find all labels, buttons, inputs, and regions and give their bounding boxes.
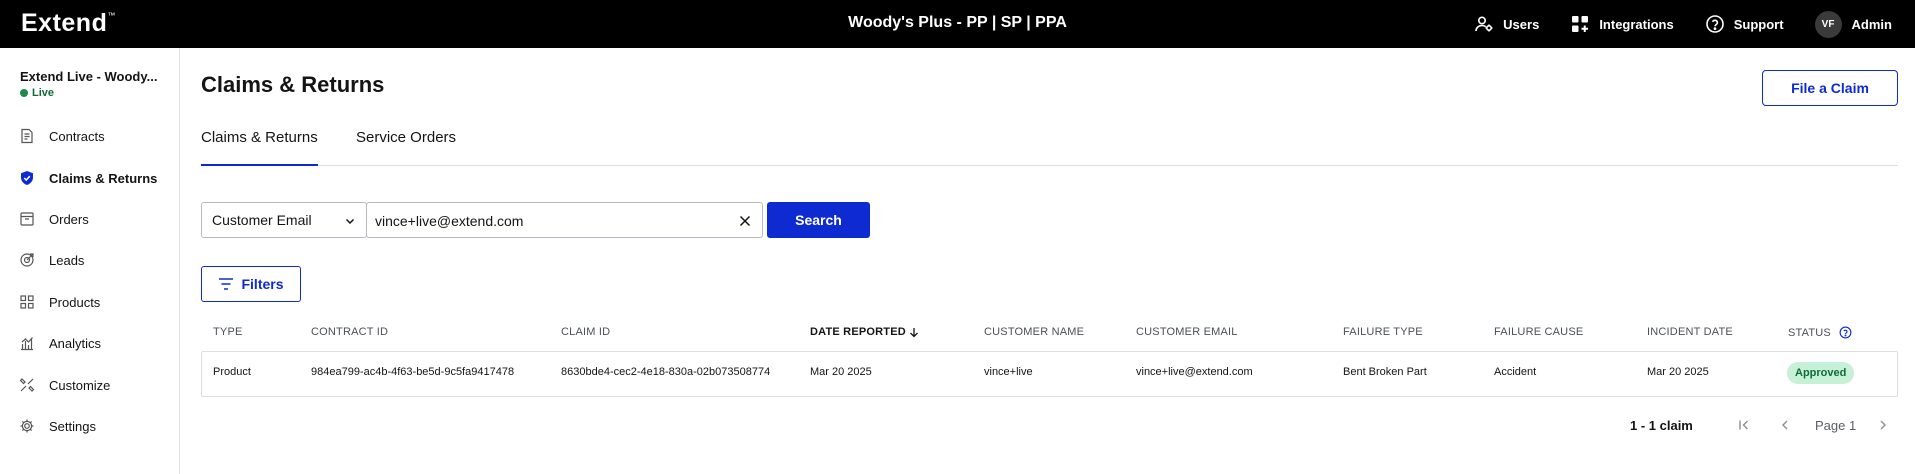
support-label: Support [1733,16,1784,32]
user-role: Admin [1851,16,1892,32]
sidebar-item-analytics[interactable]: Analytics [19,335,101,351]
customize-icon [19,378,35,392]
sidebar-item-label: Analytics [49,335,102,351]
sidebar-item-customize[interactable]: Customize [19,377,110,393]
avatar: VF [1814,10,1842,38]
status-badge: Approved [1787,362,1855,384]
search-button[interactable]: Search [767,202,870,238]
chevron-down-icon [345,218,355,225]
cell-customer-email: vince+live@extend.com [1136,366,1253,378]
users-link[interactable]: Users [1474,14,1539,34]
orders-icon [20,212,34,226]
column-header-incident-date[interactable]: INCIDENT DATE [1647,326,1733,338]
cell-type: Product [213,366,251,378]
help-circle-icon [1705,15,1724,33]
integrations-icon [1572,16,1589,32]
column-header-customer-email[interactable]: CUSTOMER EMAIL [1136,326,1238,338]
next-page-icon[interactable] [1875,417,1891,433]
search-input-wrapper [366,202,763,238]
users-label: Users [1503,16,1540,32]
sidebar: Extend Live - Woody... Live Contracts Cl… [0,48,180,474]
cell-contract-id[interactable]: 984ea799-ac4b-4f63-be5d-9c5fa9417478 [311,366,514,378]
previous-page-icon[interactable] [1777,417,1793,433]
cell-incident-date: Mar 20 2025 [1647,366,1709,378]
column-header-date-reported[interactable]: DATE REPORTED [810,326,919,338]
cell-date-reported: Mar 20 2025 [810,366,872,378]
analytics-icon [21,337,33,351]
tab-service-orders[interactable]: Service Orders [356,128,456,165]
sidebar-item-label: Settings [49,418,96,434]
top-bar: Extend™ Woody's Plus - PP | SP | PPA Use… [0,0,1915,48]
cell-customer-name: vince+live [984,366,1033,378]
column-header-contract-id[interactable]: CONTRACT ID [311,326,388,338]
sidebar-item-leads[interactable]: Leads [19,252,84,268]
column-header-status[interactable]: STATUS [1788,326,1852,339]
tab-claims-returns[interactable]: Claims & Returns [201,128,318,166]
first-page-icon[interactable] [1736,417,1752,433]
live-status-dot [20,89,28,97]
page-title: Claims & Returns [201,72,385,97]
sidebar-item-label: Products [49,294,101,310]
result-count: 1 - 1 claim [1630,418,1693,433]
integrations-link[interactable]: Integrations [1570,14,1674,34]
column-header-customer-name[interactable]: CUSTOMER NAME [984,326,1084,338]
sidebar-item-orders[interactable]: Orders [19,211,89,227]
cell-failure-cause: Accident [1494,366,1537,378]
help-circle-icon[interactable] [1839,326,1852,339]
top-nav: Users Integrations Support VF Admin [1474,0,1915,48]
page-indicator: Page 1 [1815,418,1857,433]
filter-icon [219,278,234,290]
column-header-type[interactable]: TYPE [213,326,243,338]
sidebar-item-settings[interactable]: Settings [19,418,96,434]
search-input[interactable] [375,211,725,231]
org-switcher[interactable]: Extend Live - Woody... [20,69,157,84]
sidebar-item-products[interactable]: Products [19,294,100,310]
search-type-value: Customer Email [212,212,312,228]
sort-descending-icon [909,327,918,337]
environment-label: Live [32,87,55,99]
sidebar-item-label: Orders [49,211,89,227]
filters-label: Filters [241,276,284,292]
clear-icon[interactable] [738,214,752,228]
sidebar-item-label: Leads [49,252,85,268]
sidebar-item-claims-returns[interactable]: Claims & Returns [19,170,157,186]
column-header-failure-type[interactable]: FAILURE TYPE [1343,326,1423,338]
sidebar-item-label: Claims & Returns [49,170,158,186]
environment-indicator: Live [20,87,54,99]
search-type-select[interactable]: Customer Email [201,202,367,238]
gear-icon [20,419,34,433]
leads-icon [20,253,34,267]
column-header-failure-cause[interactable]: FAILURE CAUSE [1494,326,1583,338]
sidebar-item-label: Customize [49,377,111,393]
users-icon [1475,16,1493,32]
cell-failure-type: Bent Broken Part [1343,366,1427,378]
account-menu[interactable]: VF Admin [1814,10,1892,38]
extend-logo[interactable]: Extend™ [21,9,116,38]
cell-claim-id[interactable]: 8630bde4-cec2-4e18-830a-02b073508774 [561,366,770,378]
tab-bar: Claims & Returns Service Orders [201,128,1898,166]
column-header-claim-id[interactable]: CLAIM ID [561,326,610,338]
products-grid-icon [20,295,34,309]
contracts-icon [21,128,33,144]
integrations-label: Integrations [1599,16,1674,32]
shield-check-icon [21,171,33,185]
filters-button[interactable]: Filters [201,266,301,302]
sidebar-item-contracts[interactable]: Contracts [19,128,105,144]
sidebar-item-label: Contracts [49,128,105,144]
support-link[interactable]: Support [1705,14,1784,34]
file-claim-button[interactable]: File a Claim [1762,70,1898,106]
